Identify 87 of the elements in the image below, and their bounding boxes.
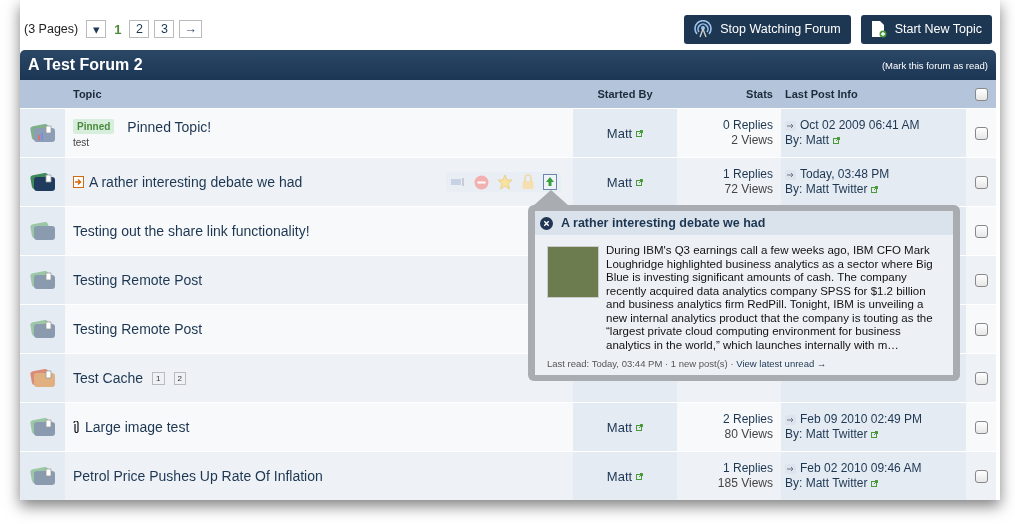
topic-checkbox[interactable] [974, 273, 988, 287]
topic-checkbox[interactable] [974, 371, 988, 385]
go-to-last-post-icon[interactable] [785, 463, 796, 474]
external-link-icon[interactable] [833, 137, 840, 144]
preview-text: During IBM's Q3 earnings call a few weeks ago, IBM CFO Mark Loughridge highlighted business analytics as a sector where Big Blue is investing significant amounts of cash. The company recently acquired data analytics company SPSS for $1.2 billion and business analytics firm RedPill. Tonight, IBM is unveiling a new internal analytics product that the company is touting as the “largest private cloud computing environment for business analytics in the world,” which launches internally with m… [606, 244, 934, 352]
column-header: Stats [746, 88, 773, 100]
topic-title-link[interactable]: Test Cache [73, 370, 144, 386]
go-to-last-post-icon[interactable] [785, 120, 796, 131]
topic-folder-icon [28, 171, 57, 193]
external-link-icon[interactable] [636, 472, 644, 480]
topic-folder-icon [28, 416, 57, 438]
preview-title: A rather interesting debate we had [561, 216, 766, 230]
next-page-button[interactable]: → [179, 20, 202, 38]
topic-title-link[interactable]: Testing out the share link functionality! [73, 223, 310, 239]
topic-folder-icon [28, 220, 57, 242]
column-header: Started By [597, 88, 653, 100]
topic-folder-icon [28, 367, 57, 389]
last-post-date[interactable]: Oct 02 2009 06:41 AM [800, 118, 920, 133]
column-header: Topic [73, 88, 103, 100]
external-link-icon[interactable] [636, 178, 644, 186]
photo-placeholder [547, 246, 599, 298]
topic-title-link[interactable]: A rather interesting debate we had [89, 174, 303, 190]
author-link[interactable]: Matt [606, 468, 633, 484]
pinned-badge: Pinned [73, 119, 115, 134]
page-link[interactable]: 1 [111, 21, 125, 37]
external-link-icon[interactable] [871, 186, 879, 193]
star-icon[interactable] [497, 174, 513, 190]
select-all-checkbox[interactable] [974, 87, 988, 101]
reply-count: 1 Replies [722, 167, 773, 182]
reply-count: 2 Replies [722, 412, 773, 427]
close-icon[interactable] [540, 216, 553, 230]
last-poster[interactable]: By: Matt Twitter [785, 476, 868, 491]
reply-count: 1 Replies [722, 461, 773, 476]
last-post-date[interactable]: Feb 09 2010 02:49 PM [800, 412, 923, 427]
topic-folder-icon [28, 122, 57, 144]
author-link[interactable]: Matt [606, 125, 633, 141]
view-unread-link[interactable]: View latest unread → [736, 358, 827, 369]
reply-count: 0 Replies [722, 118, 773, 133]
topic-folder-icon [28, 465, 57, 487]
last-post-date[interactable]: Feb 02 2010 09:46 AM [800, 461, 922, 476]
last-poster[interactable]: By: Matt [785, 133, 829, 148]
new-post-icon[interactable] [73, 176, 84, 188]
external-link-icon[interactable] [636, 423, 644, 431]
last-post-date[interactable]: Today, 03:48 PM [800, 167, 890, 182]
topic-title-link[interactable]: Testing Remote Post [73, 272, 203, 288]
topic-checkbox[interactable] [974, 126, 988, 140]
topic-checkbox[interactable] [974, 175, 988, 189]
new-document-icon [870, 20, 887, 38]
topic-title-link[interactable]: Testing Remote Post [73, 321, 203, 337]
topic-page-link[interactable]: 1 [152, 371, 165, 385]
view-count: 185 Views [717, 476, 773, 491]
topic-folder-icon [28, 269, 57, 291]
topic-folder-icon [28, 318, 57, 340]
stop-watching-button[interactable]: Stop Watching Forum [684, 14, 851, 44]
topic-title-link[interactable]: Pinned Topic! [127, 118, 212, 135]
topic-title-link[interactable]: Petrol Price Pushes Up Rate Of Inflation [73, 468, 323, 484]
view-count: 80 Views [724, 427, 773, 442]
author-link[interactable]: Matt [606, 419, 633, 435]
external-link-icon[interactable] [871, 480, 879, 487]
broadcast-icon [694, 20, 713, 38]
delete-icon[interactable] [474, 174, 489, 190]
topic-checkbox[interactable] [974, 469, 988, 483]
page-count: (3 Pages) [24, 22, 79, 36]
mark-read-link[interactable]: (Mark this forum as read) [881, 59, 988, 71]
topic-checkbox[interactable] [974, 224, 988, 238]
last-poster[interactable]: By: Matt Twitter [785, 427, 868, 442]
page-jump-button[interactable]: ▾ [86, 20, 107, 38]
topic-page-link[interactable]: 2 [173, 371, 186, 385]
last-read-info: Last read: Today, 03:44 PM · 1 new post(s) · [547, 358, 734, 369]
start-topic-button[interactable]: Start New Topic [860, 14, 992, 44]
external-link-icon[interactable] [636, 129, 644, 137]
forum-title: A Test Forum 2 [28, 56, 143, 74]
topic-checkbox[interactable] [974, 420, 988, 434]
move-up-icon[interactable] [543, 174, 557, 190]
view-count: 72 Views [724, 182, 773, 197]
topic-title-link[interactable]: Large image test [85, 419, 190, 435]
view-count: 2 Views [731, 133, 773, 148]
author-link[interactable]: Matt [606, 174, 633, 190]
external-link-icon[interactable] [871, 431, 879, 438]
go-to-last-post-icon[interactable] [785, 169, 796, 180]
topic-description: test [73, 136, 91, 148]
go-to-last-post-icon[interactable] [785, 414, 796, 425]
page-link[interactable]: 3 [154, 20, 175, 38]
page-link[interactable]: 2 [129, 20, 150, 38]
column-header: Last Post Info [785, 88, 859, 100]
last-poster[interactable]: By: Matt Twitter [785, 182, 868, 197]
topic-checkbox[interactable] [974, 322, 988, 336]
